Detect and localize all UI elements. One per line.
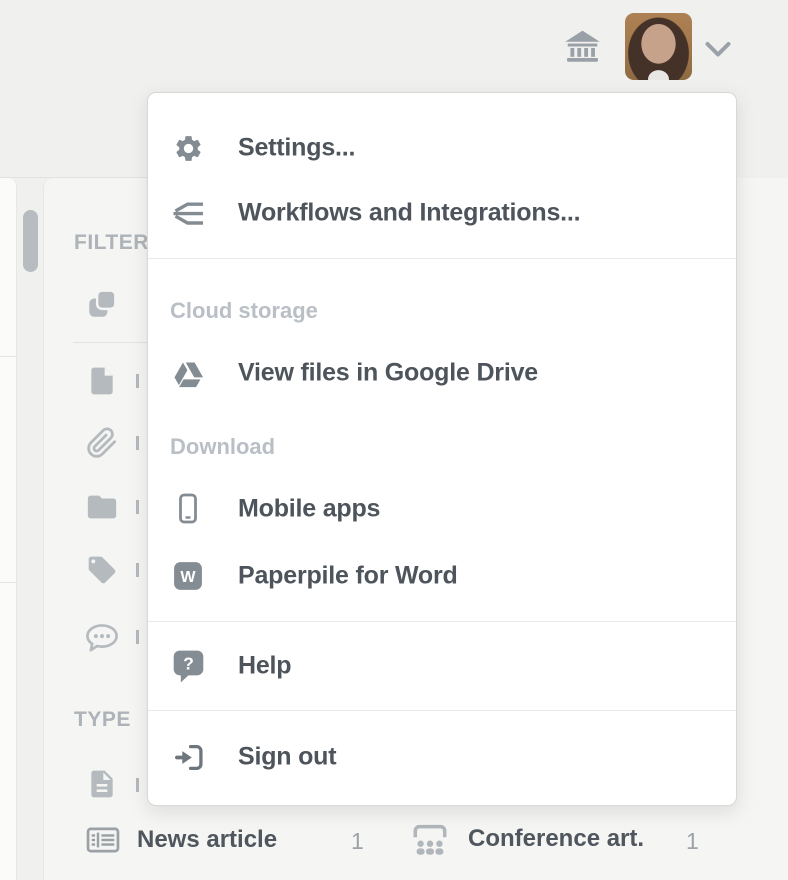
- type-label: Conference art.: [468, 825, 644, 853]
- download-header: Download: [170, 434, 275, 460]
- left-rail-panel: [0, 178, 17, 880]
- hidden-label-fragment: [136, 563, 139, 577]
- cloud-storage-header: Cloud storage: [170, 298, 318, 324]
- hidden-label-fragment: [136, 374, 139, 388]
- gear-icon: [170, 130, 206, 166]
- google-drive-icon: [170, 355, 206, 391]
- institution-icon[interactable]: [564, 30, 601, 62]
- menu-divider: [148, 258, 736, 259]
- svg-text:W: W: [180, 568, 196, 586]
- help-bubble-icon: ?: [170, 648, 206, 684]
- workflow-icon: [170, 195, 206, 231]
- menu-item-workflows[interactable]: Workflows and Integrations...: [148, 187, 736, 239]
- chat-icon[interactable]: [84, 619, 120, 655]
- rail-divider: [0, 356, 16, 357]
- sign-out-icon: [170, 739, 206, 775]
- type-filter-conference-article[interactable]: Conference art.: [410, 821, 644, 857]
- menu-item-label: Mobile apps: [238, 495, 380, 524]
- menu-item-settings[interactable]: Settings...: [148, 122, 736, 174]
- menu-item-mobile-apps[interactable]: Mobile apps: [148, 483, 736, 535]
- menu-item-label: View files in Google Drive: [238, 359, 538, 388]
- tag-icon[interactable]: [84, 552, 120, 588]
- sidebar-scrollbar[interactable]: [23, 210, 38, 272]
- menu-item-label: Paperpile for Word: [238, 562, 458, 591]
- menu-divider: [148, 710, 736, 711]
- menu-item-sign-out[interactable]: Sign out: [148, 731, 736, 783]
- smartphone-icon: [170, 491, 206, 527]
- doc-lines-icon[interactable]: [84, 766, 120, 802]
- menu-item-help[interactable]: ? Help: [148, 640, 736, 692]
- account-dropdown-menu: Settings... Workflows and Integrations..…: [147, 92, 737, 806]
- folder-icon[interactable]: [84, 489, 120, 525]
- word-w-icon: W: [170, 558, 206, 594]
- type-label: News article: [137, 826, 277, 854]
- menu-item-label: Workflows and Integrations...: [238, 199, 580, 228]
- rail-divider: [0, 582, 16, 583]
- filter-section-header: FILTER: [74, 231, 149, 255]
- conference-icon: [410, 821, 450, 857]
- hidden-label-fragment: [136, 630, 139, 644]
- menu-item-view-google-drive[interactable]: View files in Google Drive: [148, 347, 736, 399]
- type-count: 1: [686, 828, 699, 855]
- menu-divider: [148, 621, 736, 622]
- file-icon[interactable]: [84, 363, 120, 399]
- menu-item-label: Sign out: [238, 743, 336, 772]
- copy-icon[interactable]: [84, 286, 120, 322]
- paperclip-icon[interactable]: [84, 425, 120, 461]
- menu-item-label: Settings...: [238, 134, 355, 163]
- menu-item-paperpile-for-word[interactable]: W Paperpile for Word: [148, 550, 736, 602]
- menu-item-label: Help: [238, 652, 291, 681]
- paperpile-app: FILTER: [0, 0, 788, 880]
- chevron-down-icon[interactable]: [705, 41, 731, 58]
- type-filter-news-article[interactable]: News article: [86, 824, 277, 856]
- type-count: 1: [351, 828, 364, 855]
- hidden-label-fragment: [136, 778, 139, 792]
- hidden-label-fragment: [136, 436, 139, 450]
- hidden-label-fragment: [136, 500, 139, 514]
- user-avatar[interactable]: [625, 13, 692, 80]
- newspaper-icon: [86, 824, 120, 856]
- type-section-header: TYPE: [74, 708, 131, 732]
- svg-text:?: ?: [183, 653, 194, 673]
